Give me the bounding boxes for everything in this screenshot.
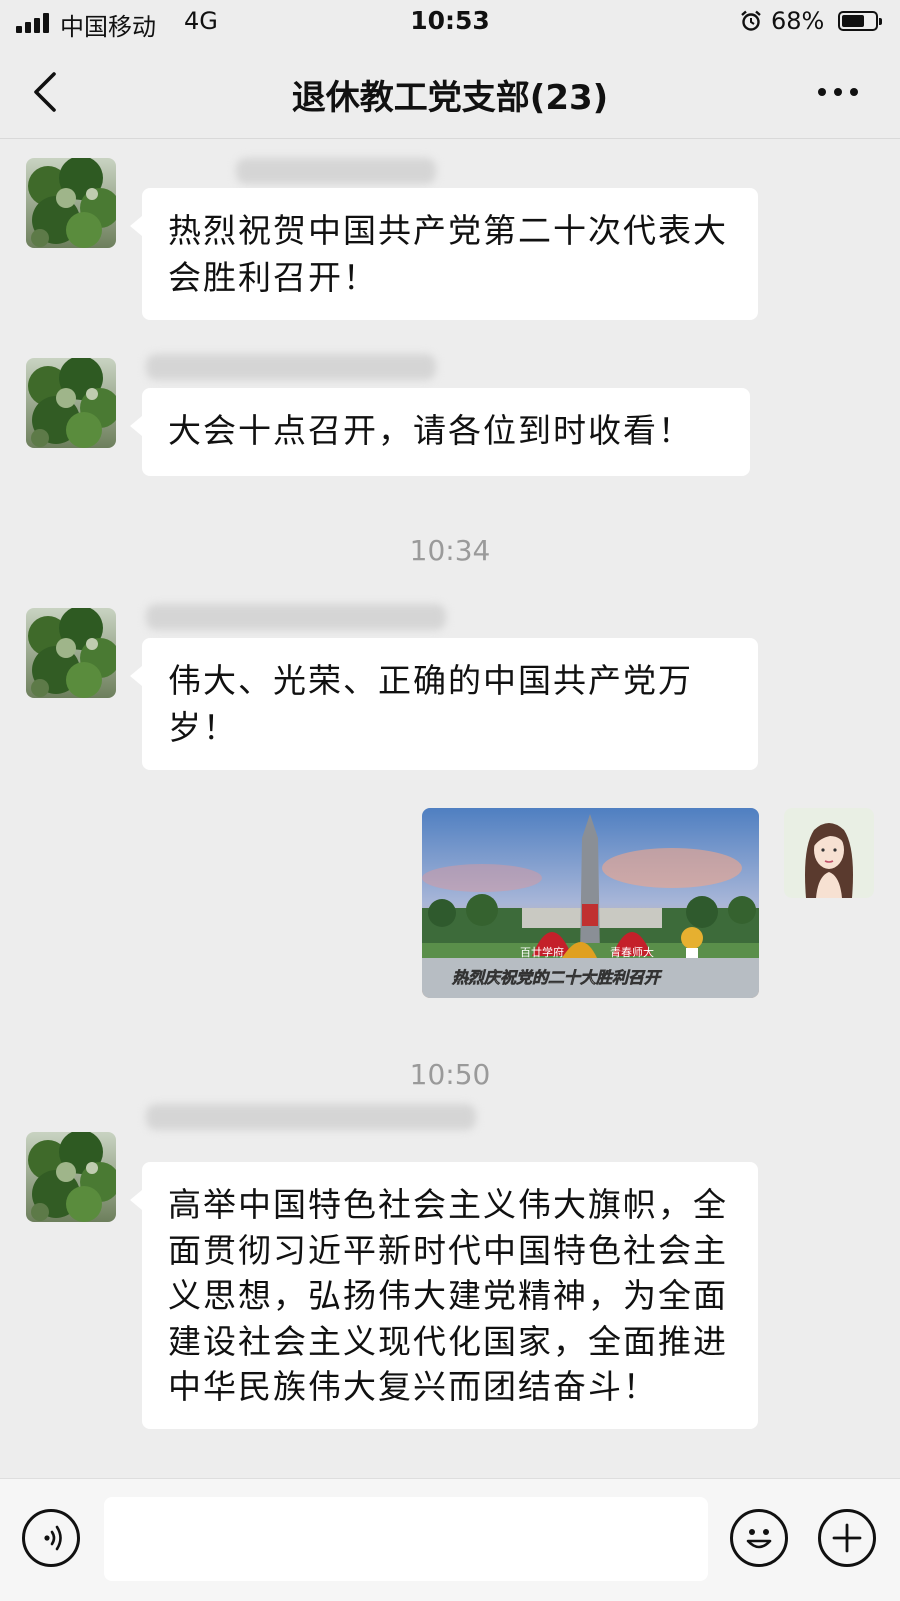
message-bubble[interactable]: 伟大、光荣、正确的中国共产党万岁！ (130, 638, 758, 770)
member-avatar[interactable] (26, 358, 116, 448)
battery-percent: 68% (771, 7, 825, 35)
image-banner-text: 热烈庆祝党的二十大胜利召开 (451, 968, 663, 987)
nav-bar: 退休教工党支部(23) (0, 46, 900, 139)
image-caption-right: 青春师大 (610, 945, 654, 959)
image-caption-left: 百廿学府 (520, 945, 564, 959)
alarm-icon (741, 10, 761, 31)
my-avatar[interactable] (784, 808, 874, 898)
member-avatar[interactable] (26, 158, 116, 248)
sender-name-blurred (146, 1104, 476, 1130)
message-bubble[interactable]: 大会十点召开，请各位到时收看！ (130, 388, 750, 476)
message-bubble[interactable]: 热烈祝贺中国共产党第二十次代表大会胜利召开！ (130, 188, 758, 320)
sender-name-blurred (236, 158, 436, 184)
sender-name-blurred (146, 354, 436, 380)
timestamp: 10:34 (409, 534, 491, 567)
battery-icon (838, 11, 882, 31)
message-input[interactable] (104, 1497, 708, 1581)
voice-icon[interactable] (22, 1509, 80, 1567)
chat-title: 退休教工党支部(23) (291, 78, 609, 118)
status-bar: 中国移动 4G 10:53 68% (0, 0, 900, 46)
sender-name-blurred (146, 604, 446, 630)
status-time: 10:53 (410, 6, 490, 35)
member-avatar[interactable] (26, 1132, 116, 1222)
more-dots-icon[interactable] (816, 86, 860, 98)
timestamp: 10:50 (409, 1058, 491, 1091)
message-bubble[interactable]: 高举中国特色社会主义伟大旗帜，全面贯彻习近平新时代中国特色社会主义思想，弘扬伟大… (130, 1162, 758, 1429)
member-avatar[interactable] (26, 608, 116, 698)
plus-icon[interactable] (818, 1509, 876, 1567)
input-bar (0, 1478, 900, 1601)
image-message[interactable]: 百廿学府 青春师大 热烈庆祝党的二十大胜利召开 (422, 808, 759, 998)
emoji-icon[interactable] (730, 1509, 788, 1567)
battery-fill (842, 15, 864, 27)
